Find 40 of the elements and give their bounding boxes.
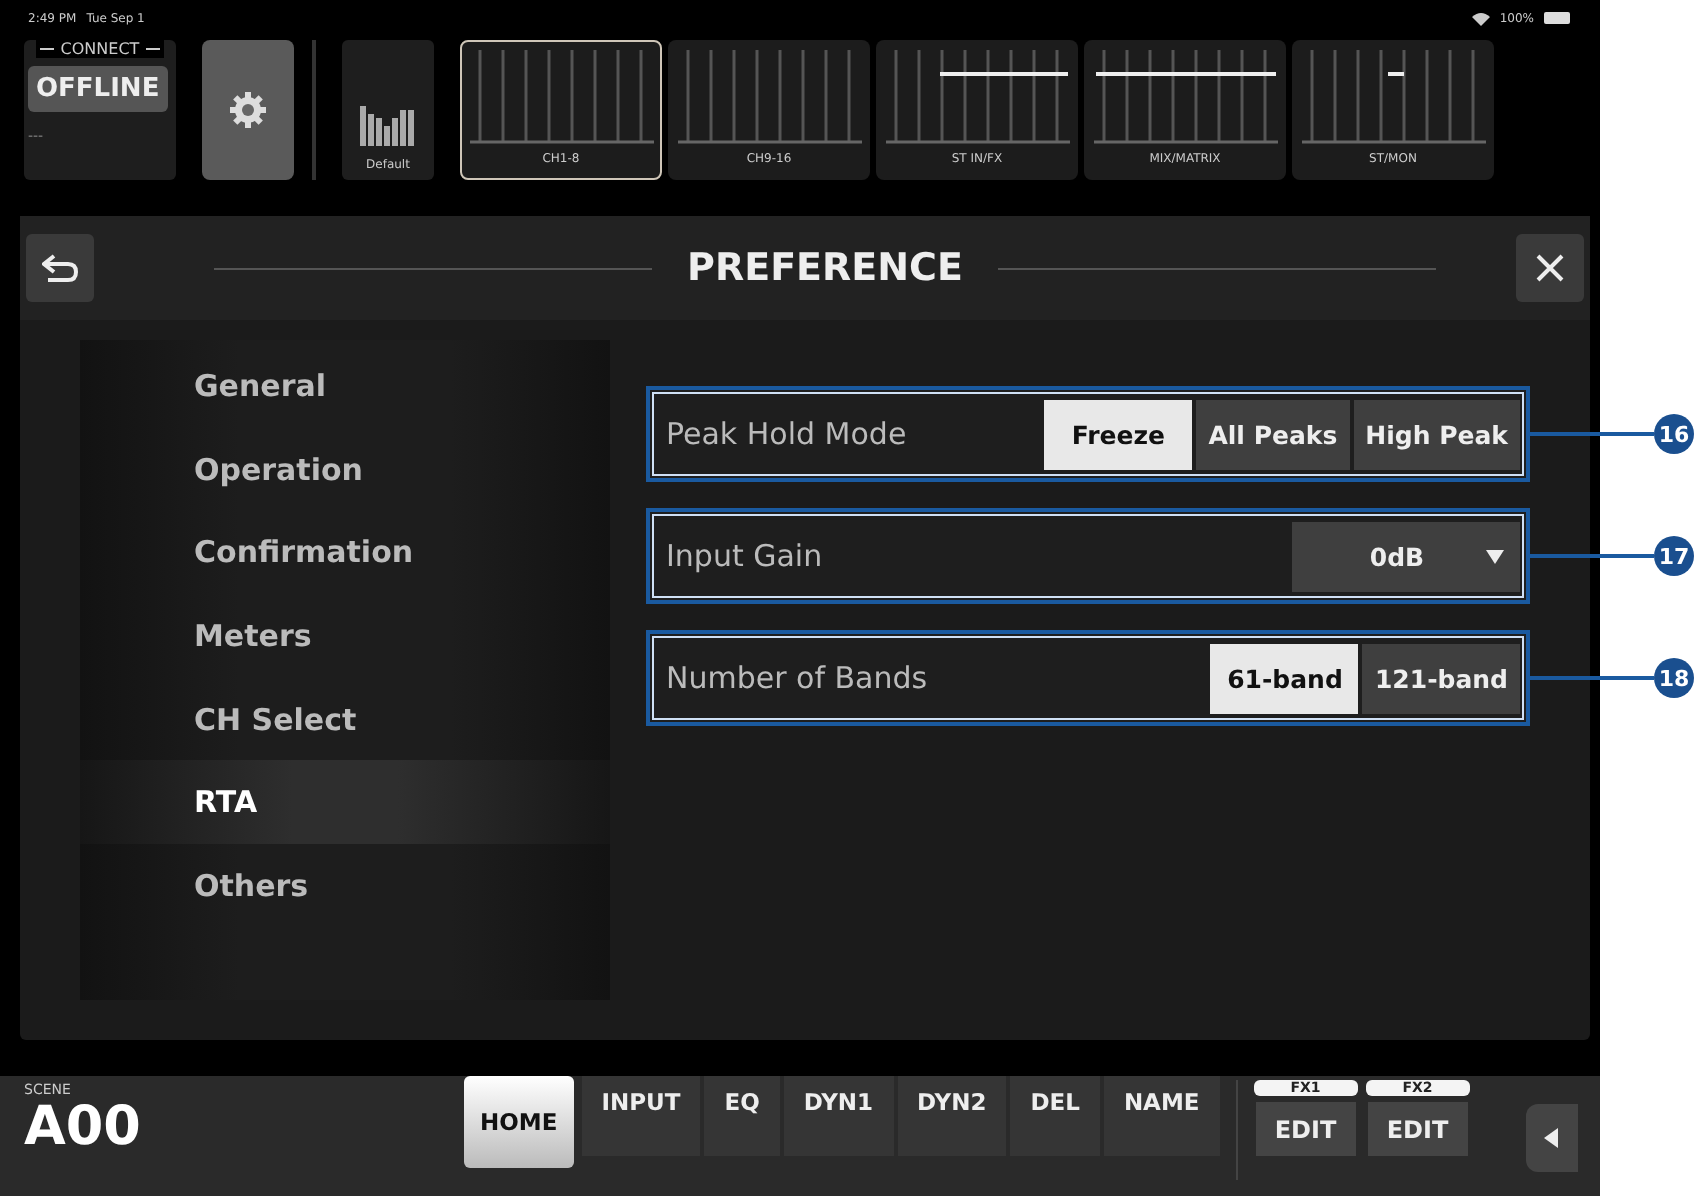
nav-tab[interactable]: DYN1	[783, 1076, 894, 1156]
caret-icon	[1486, 549, 1504, 563]
sidebar-item[interactable]: Meters	[80, 594, 610, 678]
sidebar-item[interactable]: General	[80, 344, 610, 428]
gain-dropdown[interactable]: 0dB	[1292, 521, 1520, 591]
option-button[interactable]: Freeze	[1044, 399, 1193, 469]
close-button[interactable]	[1516, 234, 1584, 302]
nav-tab[interactable]: EQ	[704, 1076, 780, 1156]
option-button[interactable]: 61-band	[1210, 643, 1359, 713]
sidebar-item[interactable]: Operation	[80, 427, 610, 511]
dialog-title: PREFERENCE	[687, 246, 963, 290]
close-icon	[1536, 254, 1564, 282]
sidebar-item[interactable]: Confirmation	[80, 510, 610, 595]
setting-label: Peak Hold Mode	[666, 416, 909, 452]
settings-button[interactable]	[202, 40, 294, 180]
sidebar-item[interactable]: Others	[80, 844, 610, 928]
expand-button[interactable]	[1525, 1104, 1578, 1172]
fx-edit-button[interactable]: EDIT	[1367, 1102, 1468, 1156]
wifi-icon	[1471, 11, 1490, 25]
nav-tab[interactable]: NAME	[1103, 1076, 1220, 1156]
settings-icon	[228, 90, 268, 130]
back-icon	[42, 254, 78, 282]
setting-label: Number of Bands	[666, 660, 930, 696]
option-button[interactable]: All Peaks	[1196, 399, 1350, 469]
option-button[interactable]: 121-band	[1362, 643, 1520, 713]
scene-number: A00	[24, 1098, 143, 1158]
sidebar-item[interactable]: CH Select	[80, 677, 610, 761]
left-arrow-icon	[1544, 1128, 1559, 1148]
connect-label: CONNECT	[60, 40, 140, 58]
back-button[interactable]	[26, 234, 94, 302]
option-button[interactable]: High Peak	[1353, 399, 1520, 469]
nav-tab[interactable]: DYN2	[897, 1076, 1007, 1156]
setting-label: Input Gain	[666, 538, 825, 574]
offline-button[interactable]: OFFLINE	[28, 66, 168, 112]
fx-edit-button[interactable]: EDIT	[1255, 1102, 1356, 1156]
sidebar-item[interactable]: RTA	[80, 760, 610, 845]
nav-tab[interactable]: INPUT	[581, 1076, 701, 1156]
nav-tab[interactable]: HOME	[464, 1076, 574, 1168]
battery-icon	[1544, 12, 1572, 24]
nav-tab[interactable]: DEL	[1010, 1076, 1100, 1156]
